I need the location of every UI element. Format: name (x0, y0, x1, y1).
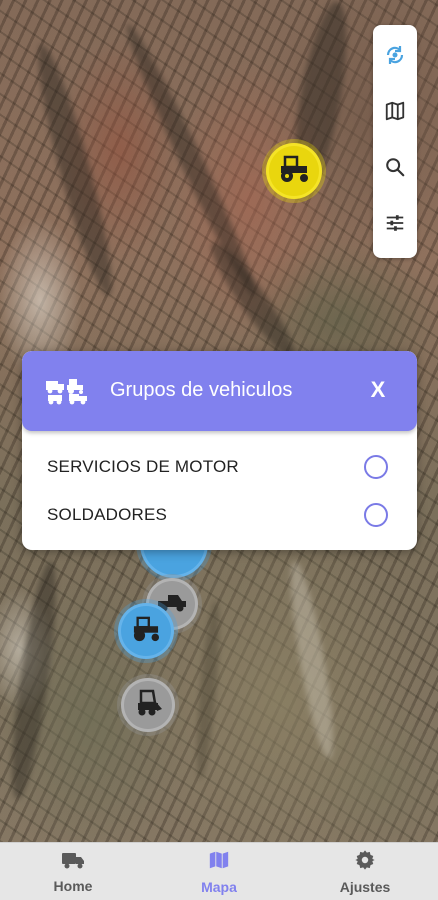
refresh-icon (383, 43, 407, 72)
nav-item-ajustes[interactable]: Ajustes (292, 843, 438, 900)
modal-title: Grupos de vehiculos (110, 379, 293, 401)
group-label: SOLDADORES (47, 505, 168, 524)
refresh-button[interactable] (377, 35, 413, 79)
nav-item-home[interactable]: Home (0, 843, 146, 900)
map-controls-panel (373, 25, 417, 258)
gear-icon (354, 849, 376, 876)
tractor-icon (277, 155, 311, 188)
modal-header: Grupos de vehiculos X (22, 351, 417, 431)
filters-button[interactable] (377, 204, 413, 248)
search-icon (384, 156, 406, 183)
vehicle-marker-tractor-blue[interactable] (118, 603, 174, 659)
truck-icon (61, 850, 85, 875)
search-button[interactable] (377, 148, 413, 192)
group-label: SERVICIOS DE MOTOR (47, 457, 239, 476)
map-icon (384, 100, 406, 127)
sliders-icon (384, 212, 406, 239)
close-button[interactable]: X (366, 375, 390, 405)
group-radio[interactable] (364, 455, 388, 479)
nav-label: Home (53, 877, 93, 894)
group-radio[interactable] (364, 503, 388, 527)
nav-label: Mapa (201, 878, 237, 895)
vehicles-group-icon (45, 377, 89, 410)
nav-label: Ajustes (339, 878, 391, 895)
tractor-icon (130, 616, 162, 647)
skid-steer-icon (133, 689, 163, 722)
vehicle-groups-modal: Grupos de vehiculos X SERVICIOS DE MOTOR… (22, 351, 417, 550)
group-option-servicios-de-motor[interactable]: SERVICIOS DE MOTOR (22, 444, 417, 490)
nav-item-mapa[interactable]: Mapa (146, 843, 292, 900)
vehicle-marker-skid-steer[interactable] (121, 678, 175, 732)
group-option-soldadores[interactable]: SOLDADORES (22, 492, 417, 538)
vehicle-marker-tractor[interactable] (266, 143, 322, 199)
bottom-navigation: Home Mapa Ajustes (0, 842, 438, 900)
map-icon (208, 849, 230, 876)
map-layers-button[interactable] (377, 91, 413, 135)
